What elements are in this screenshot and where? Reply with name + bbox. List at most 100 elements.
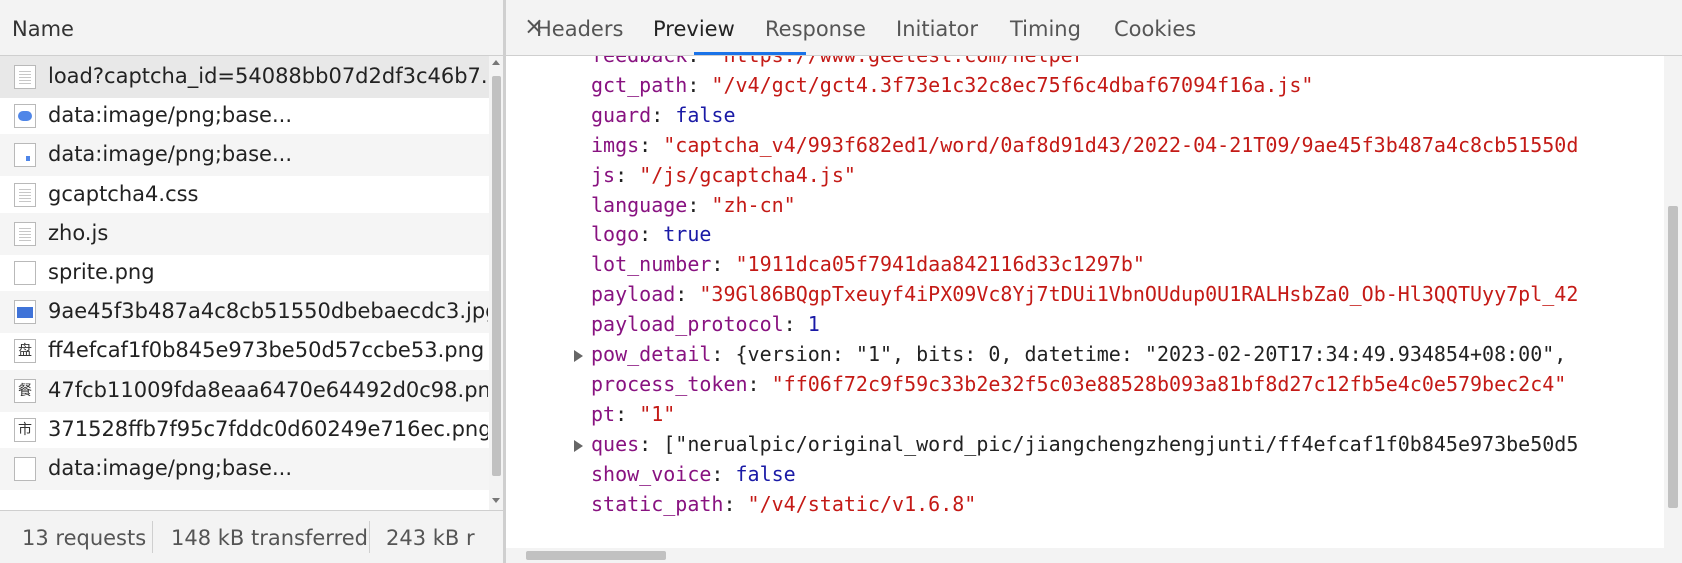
json-colon: : <box>723 491 748 516</box>
json-key: process_token <box>591 371 748 396</box>
tab-cookies[interactable]: Cookies <box>1114 17 1196 41</box>
request-name: load?captcha_id=54088bb07d2df3c46b7... <box>48 64 488 88</box>
request-row[interactable]: 盘 ff4efcaf1f0b845e973be50d57ccbe53.png <box>0 330 490 372</box>
json-key: imgs <box>591 132 640 157</box>
tab-headers[interactable]: Headers <box>536 17 623 41</box>
document-icon <box>14 182 36 207</box>
json-key: pt <box>591 401 616 426</box>
json-property-row: js: "/js/gcaptcha4.js" <box>591 163 856 187</box>
json-property-row[interactable]: pow_detail: {version: "1", bits: 0, date… <box>591 342 1566 366</box>
request-row[interactable]: load?captcha_id=54088bb07d2df3c46b7... <box>0 56 490 98</box>
json-property-row: pt: "1" <box>591 402 675 426</box>
glyph-image-icon: 餐 <box>14 378 36 403</box>
request-name: 371528ffb7f95c7fddc0d60249e716ec.png <box>48 416 488 441</box>
request-row[interactable]: sprite.png <box>0 252 490 294</box>
request-name: sprite.png <box>48 260 155 284</box>
preview-horizontal-scrollbar[interactable] <box>506 548 1682 563</box>
json-key: feedback <box>591 56 687 67</box>
scroll-up-arrow-icon[interactable] <box>492 60 500 65</box>
document-icon <box>14 221 36 246</box>
json-key: lot_number <box>591 252 712 277</box>
json-key: js <box>591 162 616 187</box>
request-name: 9ae45f3b487a4c8cb51550dbebaecdc3.jpg <box>48 299 488 324</box>
json-property-row: language: "zh-cn" <box>591 193 796 217</box>
json-value: "1911dca05f7941daa842116d33c1297b" <box>735 252 1145 277</box>
scrollbar-thumb[interactable] <box>1668 206 1678 508</box>
json-value: {version: "1", bits: 0, datetime: "2023-… <box>735 342 1567 366</box>
file-icon <box>14 261 36 285</box>
json-value: false <box>735 461 796 486</box>
json-property-row: feedback: "https://www.geetest.com/helpe… <box>591 56 1097 67</box>
json-value: ["nerualpic/original_word_pic/jiangcheng… <box>663 431 1579 456</box>
image-icon <box>14 300 36 325</box>
glyph-image-icon: 市 <box>14 417 36 442</box>
tab-initiator[interactable]: Initiator <box>896 17 978 41</box>
json-value: 1 <box>807 312 820 337</box>
json-property-row[interactable]: ques: ["nerualpic/original_word_pic/jian… <box>591 432 1578 456</box>
request-name: data:image/png;base... <box>48 456 292 480</box>
json-key: payload_protocol <box>591 312 784 337</box>
json-value: "https://www.geetest.com/helper" <box>711 56 1096 67</box>
json-colon: : <box>639 132 664 157</box>
json-colon: : <box>687 56 711 67</box>
scrollbar-thumb[interactable] <box>526 551 666 560</box>
request-name: gcaptcha4.css <box>48 181 199 206</box>
json-colon: : <box>687 192 712 217</box>
request-name: data:image/png;base... <box>48 142 292 167</box>
json-key: language <box>591 192 688 217</box>
request-detail-panel: × Headers Preview Response Initiator Tim… <box>506 0 1682 563</box>
json-value: "ff06f72c9f59c33b2e32f5c03e88528b093a81b… <box>771 371 1567 396</box>
request-count: 13 requests <box>22 526 147 550</box>
request-row[interactable]: data:image/png;base... <box>0 95 490 137</box>
json-property-row: show_voice: false <box>591 462 796 486</box>
json-key: guard <box>591 102 652 127</box>
json-colon: : <box>687 72 712 97</box>
file-icon <box>14 457 36 481</box>
request-row[interactable]: 9ae45f3b487a4c8cb51550dbebaecdc3.jpg <box>0 291 490 334</box>
request-name: data:image/png;base... <box>48 103 292 128</box>
glyph-image-icon: 盘 <box>14 339 36 364</box>
json-value: "/v4/static/v1.6.8" <box>747 491 977 516</box>
request-row[interactable]: data:image/png;base... <box>0 448 490 490</box>
tab-timing[interactable]: Timing <box>1010 17 1081 41</box>
request-list-panel: Name load?captcha_id=54088bb07d2df3c46b7… <box>0 0 505 563</box>
request-row[interactable]: zho.js <box>0 212 490 255</box>
json-value: "39Gl86BQgpTxeuyf4iPX09Vc8Yj7tDUi1VbnOUd… <box>699 282 1579 307</box>
json-key: show_voice <box>591 461 712 486</box>
json-property-row: gct_path: "/v4/gct/gct4.3f73e1c32c8ec75f… <box>591 73 1313 97</box>
request-row[interactable]: 餐 47fcb11009fda8eaa6470e64492d0c98.png <box>0 369 490 412</box>
json-property-row: lot_number: "1911dca05f7941daa842116d33c… <box>591 252 1145 276</box>
json-colon: : <box>711 342 736 366</box>
request-name: ff4efcaf1f0b845e973be50d57ccbe53.png <box>48 338 485 363</box>
json-colon: : <box>783 312 808 337</box>
scroll-down-arrow-icon[interactable] <box>492 498 500 503</box>
json-preview: feedback: "https://www.geetest.com/helpe… <box>506 56 1664 548</box>
preview-vertical-scrollbar[interactable] <box>1664 56 1682 548</box>
request-row[interactable]: 市 371528ffb7f95c7fddc0d60249e716ec.png <box>0 409 490 451</box>
request-row[interactable]: data:image/png;base... <box>0 134 490 177</box>
scrollbar-thumb[interactable] <box>492 76 501 476</box>
json-colon: : <box>639 431 664 456</box>
request-list: load?captcha_id=54088bb07d2df3c46b7...da… <box>0 56 490 510</box>
name-column-label: Name <box>12 17 74 41</box>
json-value: "/v4/gct/gct4.3f73e1c32c8ec75f6c4dbaf670… <box>711 72 1314 97</box>
name-column-header[interactable]: Name <box>0 0 503 56</box>
tab-response[interactable]: Response <box>765 17 866 41</box>
json-property-row: logo: true <box>591 222 711 246</box>
json-colon: : <box>711 461 736 486</box>
request-row[interactable]: gcaptcha4.css <box>0 174 490 216</box>
request-list-scrollbar[interactable] <box>489 56 504 510</box>
active-tab-indicator <box>694 52 806 55</box>
json-property-row: static_path: "/v4/static/v1.6.8" <box>591 492 976 516</box>
expand-triangle-icon[interactable] <box>574 350 583 362</box>
json-key: payload <box>591 282 676 307</box>
json-colon: : <box>651 102 676 127</box>
json-property-row: payload_protocol: 1 <box>591 312 820 336</box>
status-divider <box>369 521 370 553</box>
request-name: 47fcb11009fda8eaa6470e64492d0c98.png <box>48 377 488 402</box>
json-value: true <box>663 222 712 247</box>
tab-preview[interactable]: Preview <box>653 17 735 41</box>
image-icon <box>14 143 36 168</box>
expand-triangle-icon[interactable] <box>574 439 583 452</box>
json-value: "zh-cn" <box>711 192 796 217</box>
